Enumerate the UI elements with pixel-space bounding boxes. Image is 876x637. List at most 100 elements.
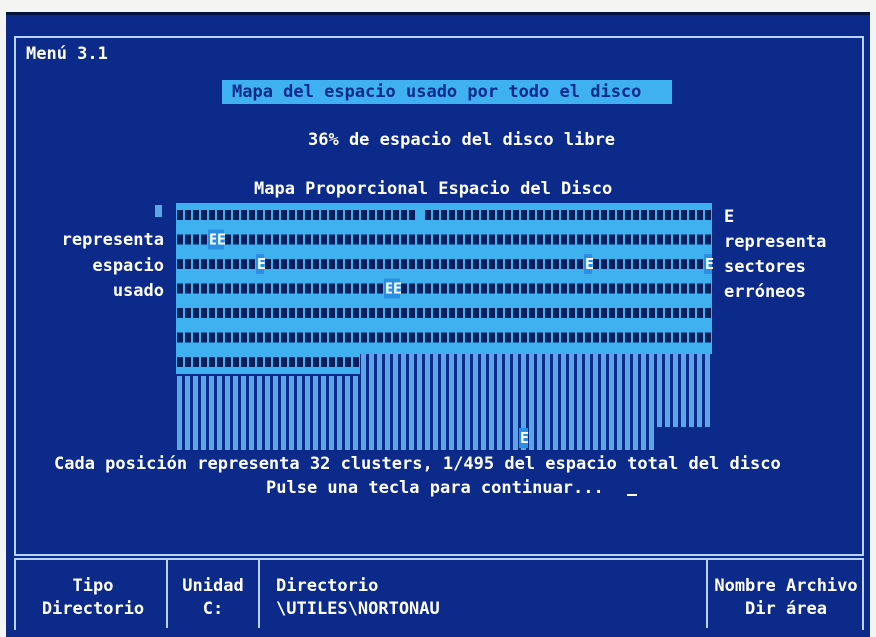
map-used-block: [345, 332, 351, 343]
map-used-block: [529, 308, 535, 318]
map-free-column: [305, 376, 310, 450]
map-used-block: [329, 308, 335, 318]
map-used-block: [273, 283, 279, 294]
map-used-block: [489, 234, 495, 245]
map-free-column: [673, 354, 678, 427]
map-used-block: [473, 259, 479, 269]
map-used-block: [553, 259, 559, 269]
map-used-block: [497, 234, 503, 245]
map-used-block: [361, 283, 367, 294]
map-used-block: [345, 308, 351, 318]
map-used-block: [401, 210, 407, 220]
map-used-block: [521, 308, 527, 318]
legend-right-line: representa: [724, 232, 827, 252]
map-used-block: [489, 332, 495, 343]
map-free-column: [657, 354, 662, 427]
map-used-block: [257, 332, 263, 343]
map-used-block: [481, 332, 487, 343]
map-used-block: [681, 308, 687, 318]
map-used-block: [209, 308, 215, 318]
map-used-block: [681, 283, 687, 294]
map-used-block: [465, 308, 471, 318]
map-used-block: [425, 332, 431, 343]
map-used-block: [697, 210, 703, 220]
map-used-block: [345, 210, 351, 220]
map-used-block: [353, 357, 359, 367]
map-used-block: [417, 283, 423, 294]
map-used-block: [273, 308, 279, 318]
map-used-block: [537, 332, 543, 343]
map-used-block: [529, 283, 535, 294]
map-used-block: [537, 234, 543, 245]
map-used-block: [585, 210, 591, 220]
map-free-column: [481, 354, 486, 450]
map-used-block: [297, 332, 303, 343]
map-used-block: [577, 234, 583, 245]
map-used-block: [665, 210, 671, 220]
map-used-block: [465, 234, 471, 245]
map-used-block: [529, 234, 535, 245]
map-used-block: [321, 308, 327, 318]
map-used-block: [617, 259, 623, 269]
map-used-block: [289, 308, 295, 318]
map-used-block: [257, 308, 263, 318]
map-used-block: [561, 210, 567, 220]
map-used-block: [593, 234, 599, 245]
map-used-block: [657, 234, 663, 245]
map-used-block: [289, 283, 295, 294]
map-used-block: [521, 332, 527, 343]
map-used-block: [185, 283, 191, 294]
status-unidad-value: C:: [202, 599, 224, 619]
map-used-block: [521, 234, 527, 245]
map-used-block: [609, 234, 615, 245]
map-free-column: [265, 376, 270, 450]
map-used-block: [657, 308, 663, 318]
map-used-block: [241, 357, 247, 367]
map-used-block: [569, 332, 575, 343]
map-used-block: [633, 283, 639, 294]
map-used-block: [553, 308, 559, 318]
map-used-block: [657, 210, 663, 220]
map-used-block: [233, 332, 239, 343]
map-free-column: [289, 376, 294, 450]
map-used-block: [241, 308, 247, 318]
map-used-block: [225, 357, 231, 367]
map-free-column: [689, 354, 694, 427]
map-used-block: [529, 332, 535, 343]
map-used-block: [641, 283, 647, 294]
map-used-block: [249, 283, 255, 294]
map-used-block: [329, 234, 335, 245]
map-used-block: [449, 283, 455, 294]
map-used-block: [409, 210, 415, 220]
map-free-column: [497, 354, 502, 450]
map-used-block: [337, 210, 343, 220]
map-free-column: [425, 354, 430, 450]
map-used-block: [345, 283, 351, 294]
map-used-block: [185, 259, 191, 269]
map-used-block: [465, 332, 471, 343]
map-used-block: [633, 308, 639, 318]
map-used-block: [361, 234, 367, 245]
map-used-block: [457, 308, 463, 318]
map-used-block: [217, 283, 223, 294]
map-used-block: [313, 259, 319, 269]
map-used-block: [561, 234, 567, 245]
map-used-block: [217, 357, 223, 367]
map-free-column: [385, 354, 390, 450]
map-used-block: [409, 283, 415, 294]
map-used-block: [449, 332, 455, 343]
map-free-column: [665, 354, 670, 427]
map-used-block: [377, 259, 383, 269]
map-used-block: [473, 283, 479, 294]
map-used-block: [193, 357, 199, 367]
map-free-column: [193, 376, 198, 450]
map-used-block: [201, 357, 207, 367]
map-used-block: [225, 308, 231, 318]
map-used-block: [537, 283, 543, 294]
map-used-block: [609, 283, 615, 294]
map-legend-block: [155, 205, 162, 217]
map-used-block: [393, 234, 399, 245]
legend-left-line: espacio: [92, 256, 164, 276]
map-used-block: [305, 234, 311, 245]
map-used-block: [385, 210, 391, 220]
